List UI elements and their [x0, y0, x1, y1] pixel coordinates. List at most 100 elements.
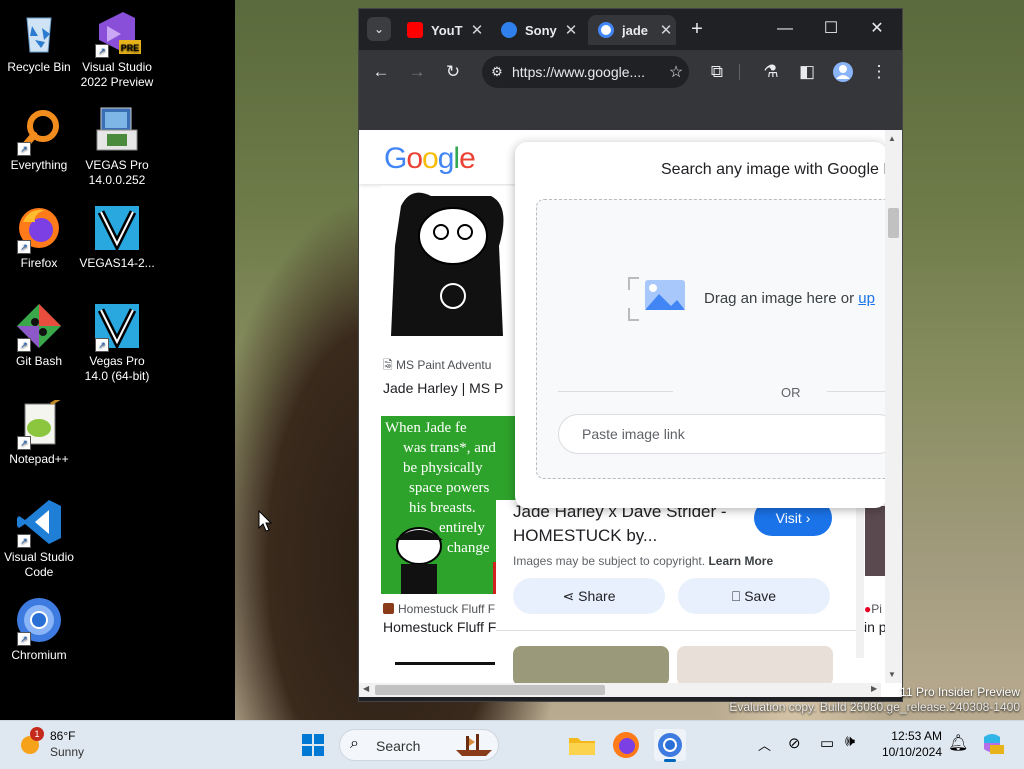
source-favicon-icon [383, 603, 394, 614]
network-disconnected-icon[interactable]: ⊘ [788, 734, 801, 752]
close-tab-icon[interactable]: ✕ [467, 21, 487, 39]
bookmark-star-icon[interactable]: ☆ [663, 62, 689, 82]
svg-text:PRE: PRE [121, 43, 140, 53]
tab-strip: ⌄ YouT ✕ Sony ✕ jade ✕ + — ☐ ✕ [359, 9, 902, 50]
google-logo[interactable]: Google [384, 142, 476, 176]
side-panel-icon[interactable]: ◧ [795, 60, 819, 84]
related-image-thumbnail[interactable] [677, 646, 833, 686]
vegas-icon: ↗ [93, 302, 141, 352]
clock-time: 12:53 AM [891, 729, 942, 743]
extensions-icon[interactable]: ⧉ [705, 60, 729, 84]
firefox-taskbar-icon[interactable] [610, 729, 642, 761]
desktop-icon-vegas-installer[interactable]: VEGAS Pro 14.0.0.252 [78, 106, 156, 188]
desktop-icon-visual-studio-preview[interactable]: PRE ↗ Visual Studio 2022 Preview [78, 8, 156, 90]
page-content: Google 🗟 MS Paint Adventu Jade Harley | … [359, 130, 902, 697]
drag-label: Drag an image here or [704, 290, 859, 307]
scroll-up-icon[interactable]: ▲ [888, 134, 896, 143]
vertical-scrollbar[interactable]: ▲ ▼ [885, 130, 902, 683]
tab-youtube[interactable]: YouT ✕ [397, 15, 487, 45]
minimize-button[interactable]: — [765, 17, 805, 41]
search-highlight-icon [456, 734, 492, 756]
desktop-icon-chromium[interactable]: ↗ Chromium [0, 596, 78, 663]
back-button[interactable]: ← [369, 60, 393, 84]
tab-jade[interactable]: jade ✕ [588, 15, 676, 45]
related-image-thumbnail[interactable] [513, 646, 669, 686]
result-item[interactable]: Homestuck Fluff F Homestuck Fluff F [383, 602, 513, 635]
result-item[interactable]: ●Pi in p [864, 602, 886, 635]
weather-description: Sunny [50, 745, 85, 759]
desktop-icon-label: Recycle Bin [7, 60, 71, 74]
tab-search-button[interactable]: ⌄ [367, 17, 391, 41]
clock[interactable]: 12:53 AM 10/10/2024 [874, 728, 942, 760]
panel-scrollbar[interactable] [856, 508, 864, 658]
volume-icon[interactable]: 🕪 [845, 733, 855, 751]
share-button[interactable]: ⋖ Share [513, 578, 665, 614]
result-thumbnail[interactable] [865, 506, 885, 576]
copilot-icon[interactable] [980, 731, 1004, 755]
desktop-icon-git-bash[interactable]: ↗ Git Bash [0, 302, 78, 369]
vegas-icon [93, 204, 141, 252]
share-label: Share [578, 588, 616, 604]
vscode-icon: ↗ [15, 498, 63, 548]
or-divider-right [827, 391, 887, 392]
desktop-icon-label: Chromium [11, 648, 67, 662]
comic-text-line: be physically [403, 460, 483, 476]
url-text: https://www.google.... [512, 64, 646, 80]
chromium-taskbar-icon[interactable] [654, 729, 686, 762]
image-drop-zone[interactable]: Drag an image here or up OR Paste image … [536, 199, 887, 479]
forward-button[interactable]: → [405, 60, 429, 84]
close-tab-icon[interactable]: ✕ [656, 21, 676, 39]
maximize-button[interactable]: ☐ [811, 17, 851, 41]
firefox-icon: ↗ [15, 204, 63, 254]
tab-sony[interactable]: Sony ✕ [491, 15, 581, 45]
desktop-icon-everything[interactable]: ↗ Everything [0, 106, 78, 173]
notification-badge: 1 [30, 727, 44, 741]
desktop-icon-notepad-plus-plus[interactable]: ↗ Notepad++ [0, 396, 78, 467]
visual-studio-icon: PRE ↗ [93, 8, 141, 58]
save-button[interactable]: ⎕ Save [678, 578, 830, 614]
desktop-icon-firefox[interactable]: ↗ Firefox [0, 204, 78, 271]
desktop-icon-vegas-pro[interactable]: ↗ Vegas Pro 14.0 (64-bit) [78, 302, 156, 384]
scroll-down-icon[interactable]: ▼ [888, 670, 896, 679]
comic-text-line: When Jade fe [385, 420, 467, 436]
new-tab-button[interactable]: + [685, 17, 709, 41]
recycle-bin-icon [15, 8, 63, 56]
result-title: in p [864, 619, 886, 635]
start-button[interactable] [297, 729, 329, 761]
desktop-icon-vscode[interactable]: ↗ Visual Studio Code [0, 498, 78, 580]
paste-image-link-input[interactable]: Paste image link [558, 414, 887, 454]
tab-title: jade [622, 22, 649, 38]
menu-kebab-icon[interactable]: ⋮ [867, 60, 891, 84]
upload-file-link[interactable]: up [858, 290, 875, 307]
show-hidden-icons-chevron-icon[interactable]: ︿ [758, 735, 771, 754]
result-thumbnail[interactable] [381, 186, 516, 348]
file-explorer-icon[interactable] [566, 729, 598, 761]
visit-label: Visit [775, 510, 802, 526]
tab-title: YouT [431, 22, 463, 38]
horizontal-scroll-thumb[interactable] [375, 685, 605, 695]
weather-widget[interactable]: 1 86°F Sunny [16, 727, 106, 763]
learn-more-link[interactable]: Learn More [708, 554, 773, 568]
tab-title: Sony [525, 22, 557, 38]
taskbar-search-box[interactable]: ⌕ Search [339, 729, 499, 761]
desktop-icon-recycle-bin[interactable]: Recycle Bin [0, 8, 78, 75]
result-source: MS Paint Adventu [395, 358, 492, 372]
close-tab-icon[interactable]: ✕ [561, 21, 581, 39]
desktop-icon-vegas14[interactable]: VEGAS14-2... [78, 204, 156, 271]
notification-bell-icon[interactable]: 🔔︎ [948, 733, 968, 753]
site-info-icon[interactable]: ⚙ [482, 64, 512, 80]
result-item[interactable]: 🗟 MS Paint Adventu Jade Harley | MS P [383, 356, 513, 396]
reload-button[interactable]: ↻ [441, 60, 465, 84]
dialog-title: Search any image with Google L [661, 161, 887, 178]
image-detail-panel: Jade Harley x Dave Strider - HOMESTUCK b… [496, 500, 866, 697]
desktop-icon-label: Visual Studio 2022 Preview [80, 60, 154, 89]
address-bar[interactable]: ⚙ https://www.google.... ☆ [482, 56, 689, 88]
labs-flask-icon[interactable]: ⚗ [759, 60, 783, 84]
scroll-left-icon[interactable]: ◀ [363, 684, 369, 693]
close-window-button[interactable]: ✕ [857, 17, 897, 41]
windows-watermark: 11 Pro Insider Preview Evaluation copy. … [729, 685, 1020, 715]
display-icon[interactable]: ▭ [820, 734, 834, 752]
desktop-icon-label: VEGAS Pro 14.0.0.252 [85, 158, 149, 187]
profile-avatar-icon[interactable] [831, 60, 855, 84]
vertical-scroll-thumb[interactable] [888, 208, 899, 238]
